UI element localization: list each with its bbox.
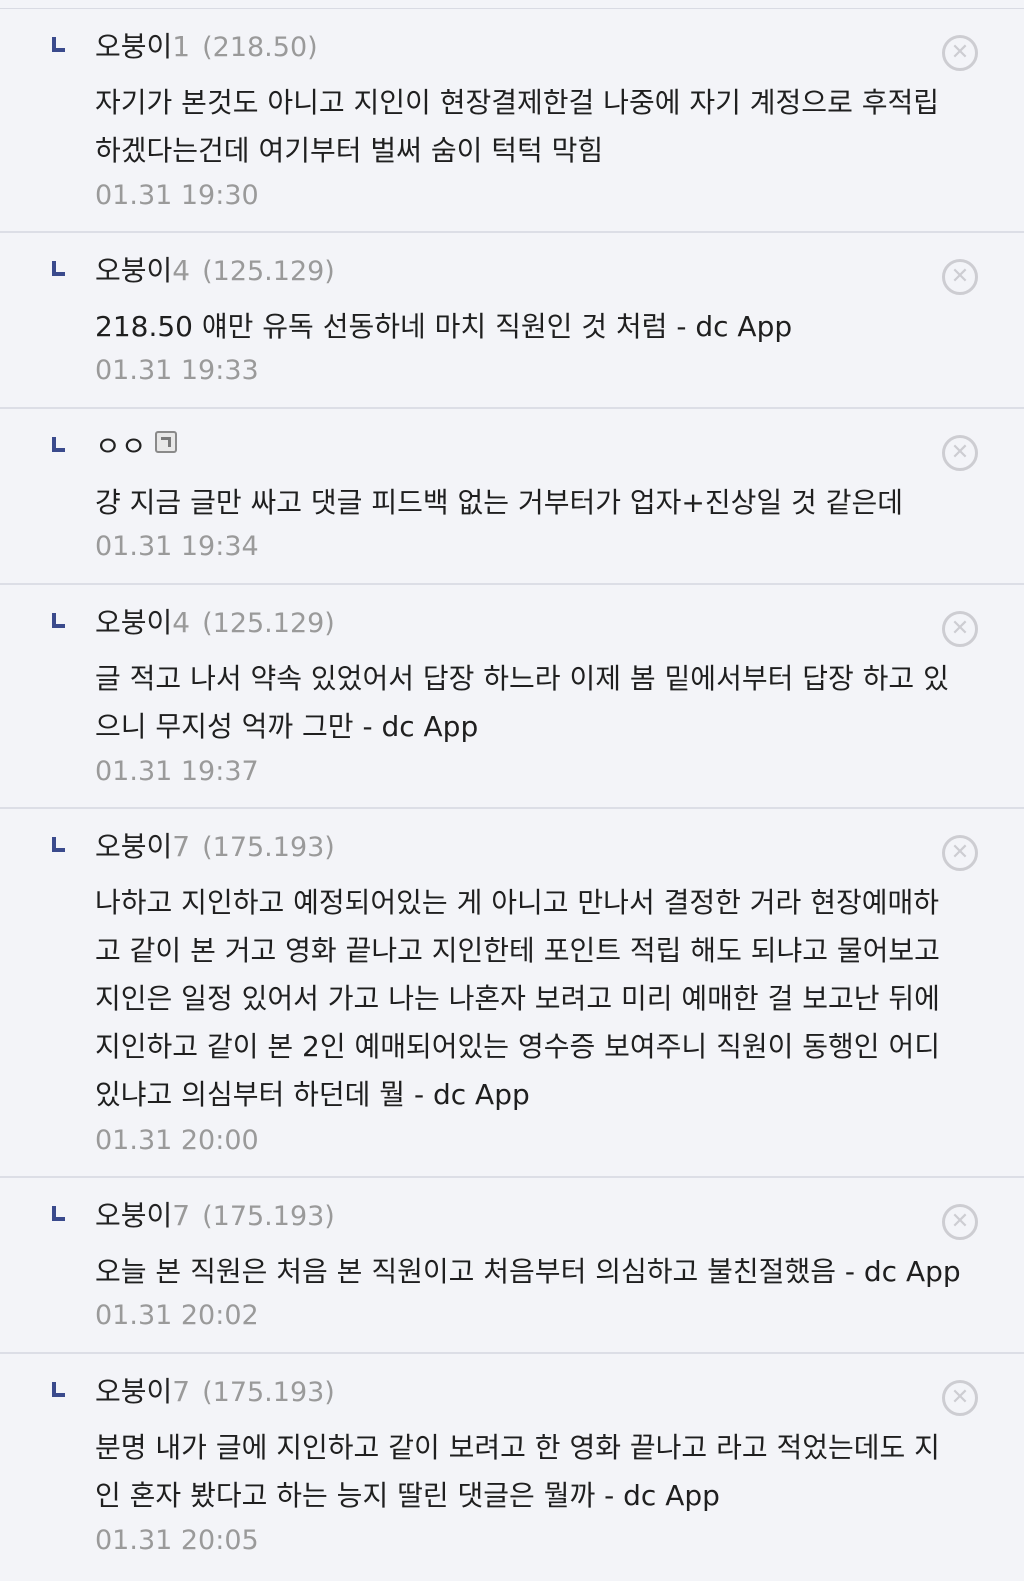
reply-arrow-icon (52, 437, 65, 452)
reply-date: 01.31 19:37 (95, 756, 259, 787)
reply-date: 01.31 19:30 (95, 180, 259, 211)
reply-arrow-icon (52, 37, 65, 52)
nickname-number: 4 (172, 606, 191, 639)
ip-address: (125.129) (202, 256, 335, 287)
x-circle-icon: ✕ (950, 616, 970, 641)
nickname[interactable]: 오붕이 (95, 30, 172, 63)
reply-date: 01.31 20:05 (95, 1525, 259, 1556)
x-circle-icon: ✕ (950, 40, 970, 65)
nickname[interactable]: 오붕이 (95, 254, 172, 287)
reply-text: 자기가 본것도 아니고 지인이 현장결제한걸 나중에 자기 계정으로 후적립 하… (95, 86, 940, 167)
ip-address: (125.129) (202, 608, 335, 639)
x-circle-icon: ✕ (950, 440, 970, 465)
delete-button[interactable]: ✕ (942, 1380, 978, 1416)
top-divider (0, 0, 1024, 9)
reply-text: 글 적고 나서 약속 있었어서 답장 하느라 이제 봄 밑에서부터 답장 하고 … (95, 662, 949, 743)
reply-arrow-icon (52, 1382, 65, 1397)
reply-arrow-icon (52, 261, 65, 276)
reply-header: 오붕이4 (125.129) (95, 603, 335, 644)
delete-button[interactable]: ✕ (942, 835, 978, 871)
nickname-number: 7 (172, 1375, 191, 1408)
reply-arrow-icon (52, 613, 65, 628)
reply-item: 오붕이1 (218.50) 자기가 본것도 아니고 지인이 현장결제한걸 나중에 … (0, 9, 1024, 233)
reply-item: 오붕이4 (125.129) 218.50 얘만 유독 선동하네 마치 직원인 것… (0, 233, 1024, 409)
x-circle-icon: ✕ (950, 264, 970, 289)
reply-date: 01.31 19:33 (95, 355, 259, 386)
reply-date: 01.31 20:02 (95, 1300, 259, 1331)
reply-item: ㅇㅇ 걍 지금 글만 싸고 댓글 피드백 없는 거부터가 업자+진상일 것 같은… (0, 409, 1024, 585)
ip-address: (175.193) (202, 832, 335, 863)
reply-header: 오붕이7 (175.193) (95, 827, 335, 868)
reply-text: 오늘 본 직원은 처음 본 직원이고 처음부터 의심하고 불친절했음 - dc … (95, 1255, 961, 1288)
reply-header: ㅇㅇ (95, 427, 177, 467)
reply-date: 01.31 19:34 (95, 531, 259, 562)
reply-header: 오붕이7 (175.193) (95, 1196, 335, 1237)
reply-item: 오붕이7 (175.193) 나하고 지인하고 예정되어있는 게 아니고 만나서 … (0, 809, 1024, 1178)
delete-button[interactable]: ✕ (942, 259, 978, 295)
reply-header: 오붕이1 (218.50) (95, 27, 318, 68)
reply-list: 오붕이1 (218.50) 자기가 본것도 아니고 지인이 현장결제한걸 나중에 … (0, 9, 1024, 1580)
nickname[interactable]: ㅇㅇ (95, 430, 147, 463)
nickname-number: 7 (172, 1199, 191, 1232)
reply-header: 오붕이4 (125.129) (95, 251, 335, 292)
nickname[interactable]: 오붕이 (95, 1199, 172, 1232)
nickname[interactable]: 오붕이 (95, 606, 172, 639)
reply-text: 걍 지금 글만 싸고 댓글 피드백 없는 거부터가 업자+진상일 것 같은데 (95, 486, 903, 519)
ip-address: (175.193) (202, 1377, 335, 1408)
reply-text: 218.50 얘만 유독 선동하네 마치 직원인 것 처럼 - dc App (95, 310, 793, 343)
nickname-number: 7 (172, 830, 191, 863)
nickname[interactable]: 오붕이 (95, 830, 172, 863)
nickname-number: 4 (172, 254, 191, 287)
reply-header: 오붕이7 (175.193) (95, 1372, 335, 1413)
delete-button[interactable]: ✕ (942, 35, 978, 71)
x-circle-icon: ✕ (950, 840, 970, 865)
reply-item: 오붕이7 (175.193) 분명 내가 글에 지인하고 같이 보려고 한 영화 … (0, 1354, 1024, 1580)
nickname-number: 1 (172, 30, 191, 63)
ip-address: (175.193) (202, 1201, 335, 1232)
reply-text: 나하고 지인하고 예정되어있는 게 아니고 만나서 결정한 거라 현장예매하 고… (95, 886, 940, 1111)
delete-button[interactable]: ✕ (942, 1204, 978, 1240)
reply-arrow-icon (52, 1206, 65, 1221)
x-circle-icon: ✕ (950, 1209, 970, 1234)
ip-address: (218.50) (202, 32, 318, 63)
reply-arrow-icon (52, 837, 65, 852)
reply-item: 오붕이4 (125.129) 글 적고 나서 약속 있었어서 답장 하느라 이제 … (0, 585, 1024, 809)
fixed-nick-icon (154, 431, 177, 453)
x-circle-icon: ✕ (950, 1385, 970, 1410)
delete-button[interactable]: ✕ (942, 435, 978, 471)
delete-button[interactable]: ✕ (942, 611, 978, 647)
nickname[interactable]: 오붕이 (95, 1375, 172, 1408)
reply-item: 오붕이7 (175.193) 오늘 본 직원은 처음 본 직원이고 처음부터 의심… (0, 1178, 1024, 1354)
reply-text: 분명 내가 글에 지인하고 같이 보려고 한 영화 끝나고 라고 적었는데도 지… (95, 1431, 940, 1512)
reply-date: 01.31 20:00 (95, 1125, 259, 1156)
